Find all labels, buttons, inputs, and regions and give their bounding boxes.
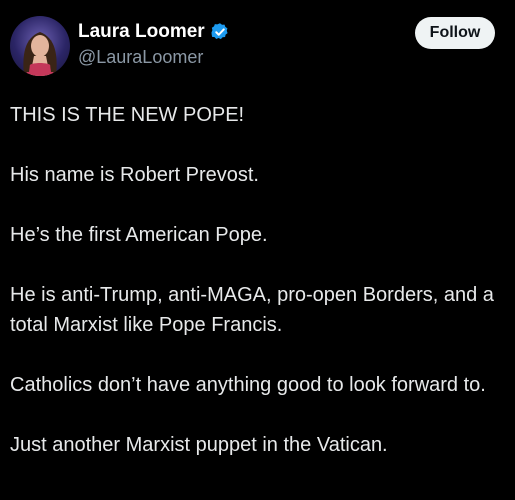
- avatar-photo-icon: [23, 32, 57, 76]
- tweet-paragraph: He is anti-Trump, anti-MAGA, pro-open Bo…: [10, 284, 494, 336]
- follow-button[interactable]: Follow: [415, 17, 495, 49]
- author-handle[interactable]: @LauraLoomer: [78, 45, 230, 69]
- tweet-body: THIS IS THE NEW POPE! His name is Robert…: [10, 100, 510, 490]
- tweet-card: Laura Loomer @LauraLoomer Follow THIS IS…: [0, 0, 515, 500]
- tweet-paragraph: Catholics don’t have anything good to lo…: [10, 374, 486, 396]
- author-identity: Laura Loomer @LauraLoomer: [78, 20, 230, 69]
- verified-badge-icon[interactable]: [210, 22, 230, 42]
- name-row: Laura Loomer: [78, 20, 230, 44]
- tweet-paragraph: His name is Robert Prevost.: [10, 164, 259, 186]
- tweet-paragraph: Just another Marxist puppet in the Vatic…: [10, 434, 388, 456]
- tweet-header: Laura Loomer @LauraLoomer Follow: [10, 10, 505, 76]
- tweet-paragraph: THIS IS THE NEW POPE!: [10, 104, 245, 126]
- tweet-paragraph: He’s the first American Pope.: [10, 224, 268, 246]
- author-display-name[interactable]: Laura Loomer: [78, 20, 205, 44]
- avatar[interactable]: [10, 16, 70, 76]
